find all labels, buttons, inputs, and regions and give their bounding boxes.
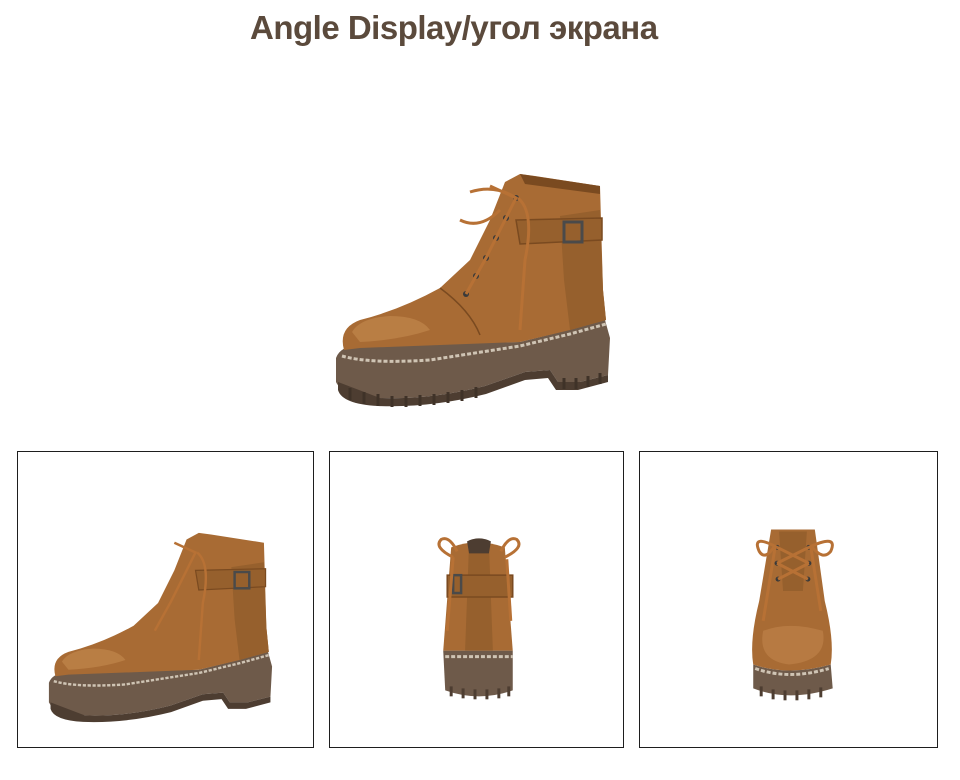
ankle-boot-back-icon xyxy=(437,537,521,700)
ankle-boot-side-icon xyxy=(48,532,273,723)
thumbnail-front-view[interactable] xyxy=(639,451,938,748)
page-title: Angle Display/угол экрана xyxy=(250,9,658,46)
thumbnail-side-view[interactable] xyxy=(17,451,314,748)
ankle-boot-side-icon xyxy=(336,174,610,407)
ankle-boot-front-icon xyxy=(752,529,834,701)
thumbnail-back-view[interactable] xyxy=(329,451,624,748)
main-product-image xyxy=(320,160,620,420)
